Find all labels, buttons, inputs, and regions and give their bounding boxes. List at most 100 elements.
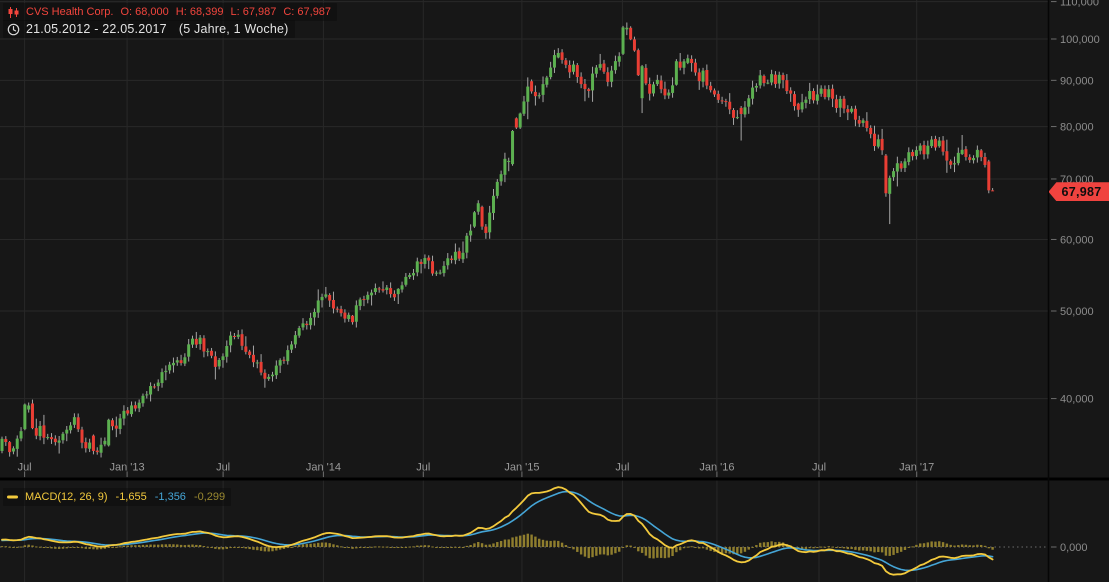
macd-hist-bar [58, 547, 60, 549]
macd-hist-bar [435, 547, 437, 548]
candle-body [740, 108, 743, 114]
candle-body [789, 90, 792, 93]
candle-body [157, 383, 160, 387]
candle-body [644, 68, 647, 84]
macd-hist-bar [949, 545, 951, 547]
macd-hist-bar [241, 547, 243, 548]
candle-body [961, 150, 964, 154]
candle-body [469, 231, 472, 236]
macd-hist-bar [980, 545, 982, 547]
macd-hist-bar [961, 545, 963, 547]
candle-body [679, 62, 682, 68]
candle-body [301, 323, 304, 327]
candle-body [923, 145, 926, 154]
candle-body [439, 273, 442, 274]
macd-hist-bar [607, 547, 609, 555]
candle-body [629, 28, 632, 40]
macd-hist-bar [530, 535, 532, 547]
candle-body [423, 258, 426, 264]
icon-shape [14, 26, 16, 30]
candle-body [484, 227, 487, 233]
macd-hist-bar [565, 545, 567, 547]
macd-hist-bar [290, 547, 292, 548]
candle-body [964, 149, 967, 157]
macd-hist-bar [908, 547, 910, 548]
candle-body [896, 163, 899, 171]
candle-body [271, 375, 274, 377]
candle-body [50, 437, 53, 439]
candle-body [343, 313, 346, 319]
macd-hist-bar [348, 547, 350, 548]
candle-body [942, 141, 945, 152]
macd-hist-bar [210, 547, 212, 548]
candle-body [743, 107, 746, 114]
macd-hist-bar [988, 547, 990, 548]
macd-hist-bar [553, 541, 555, 547]
macd-hist-bar [473, 543, 475, 547]
candle-body [176, 360, 179, 362]
macd-hist-bar [401, 547, 403, 548]
price-tick-label: 60,000 [1060, 234, 1094, 246]
candle-body [492, 196, 495, 213]
candle-body [290, 344, 293, 349]
candle-body [172, 363, 175, 365]
macd-hist-bar [77, 547, 79, 548]
macd-hist-bar [812, 547, 814, 548]
macd-hist-bar [828, 546, 830, 547]
macd-hist-bar [168, 544, 170, 547]
candle-body [785, 80, 788, 91]
candle-body [827, 89, 830, 97]
macd-hist-bar [443, 547, 445, 548]
macd-hist-bar [946, 544, 948, 547]
macd-hist-bar [12, 547, 14, 548]
candle-body [477, 203, 480, 211]
candle-body [808, 91, 811, 99]
macd-hist-bar [702, 547, 704, 548]
macd-hist-bar [458, 547, 460, 548]
macd-hist-bar [656, 547, 658, 558]
macd-hist-bar [62, 547, 64, 549]
macd-hist-bar [309, 544, 311, 547]
macd-legend[interactable]: MACD(12, 26, 9) -1,655 -1,356 -0,299 [3, 488, 231, 506]
macd-hist-bar [363, 547, 365, 548]
candle-body [324, 294, 327, 296]
candle-body [347, 315, 350, 319]
candle-body [751, 88, 754, 99]
macd-hist-bar [146, 545, 148, 547]
macd-hist-bar [873, 547, 875, 552]
candle-body [530, 81, 533, 91]
macd-hist-bar [287, 547, 289, 548]
candle-body [313, 312, 316, 317]
macd-hist-bar [450, 547, 452, 548]
candle-body [73, 417, 76, 425]
candle-body [648, 84, 651, 94]
candle-body [663, 89, 666, 96]
candle-body [180, 360, 183, 363]
candle-body [717, 94, 720, 100]
instrument-legend[interactable]: CVS Health Corp. O: 68,000 H: 68,399 L: … [3, 3, 337, 21]
macd-hist-bar [508, 539, 510, 547]
candle-body [263, 373, 266, 379]
candle-body [130, 405, 133, 414]
macd-hist-bar [165, 544, 167, 547]
macd-hist-bar [599, 547, 601, 554]
last-price-value: 67,987 [1062, 185, 1102, 199]
macd-hist-bar [5, 546, 7, 547]
macd-hist-bar [218, 547, 220, 549]
candle-body [88, 443, 91, 449]
macd-hist-bar [389, 547, 391, 548]
candle-body [572, 64, 575, 71]
candle-body [972, 158, 975, 160]
candle-body [850, 109, 853, 112]
macd-hist-bar [568, 547, 570, 548]
time-tick-label: Jul [615, 462, 629, 474]
macd-hist-bar [664, 547, 666, 558]
macd-hist-bar [412, 546, 414, 547]
macd-hist-bar [561, 543, 563, 547]
candle-body [23, 405, 26, 430]
candle-body [724, 101, 727, 102]
candle-body [698, 72, 701, 81]
macd-hist-bar [1, 546, 3, 547]
candle-body [20, 431, 23, 438]
macd-hist-bar [850, 547, 852, 549]
